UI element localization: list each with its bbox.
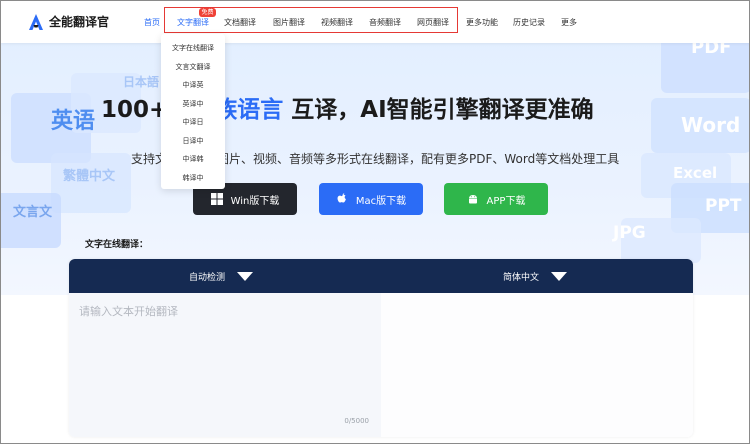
nav-more-features[interactable]: 更多功能	[466, 17, 498, 28]
deco-word-jpg: JPG	[613, 223, 646, 243]
top-navbar: 全能翻译官 首页 文字翻译 文档翻译 图片翻译 视频翻译 音频翻译 网页翻译 更…	[1, 1, 749, 43]
win-download-label: Win版下载	[230, 195, 280, 207]
source-language-label: 自动检测	[189, 273, 226, 283]
text-translate-dropdown: 文字在线翻译 文言文翻译 中译英 英译中 中译日 日译中 中译韩 韩译中	[161, 34, 225, 189]
dropdown-item-ja-zh[interactable]: 日译中	[161, 132, 225, 151]
source-text-input[interactable]: 请输入文本开始翻译 0/5000	[69, 293, 381, 437]
nav-highlight-box	[164, 7, 458, 33]
mac-download-button[interactable]: Mac版下载	[319, 183, 423, 215]
deco-word-japanese: 日本語	[123, 75, 160, 89]
windows-icon	[210, 193, 223, 205]
nav-more[interactable]: 更多	[561, 17, 577, 28]
dropdown-item-zh-ko[interactable]: 中译韩	[161, 150, 225, 169]
decorative-format-cards	[621, 43, 749, 263]
deco-word-word: Word	[681, 113, 741, 137]
translation-output	[381, 293, 693, 437]
dropdown-item-online-text[interactable]: 文字在线翻译	[161, 39, 225, 58]
char-counter: 0/5000	[344, 417, 369, 425]
chevron-down-icon	[551, 272, 568, 281]
deco-word-ppt: PPT	[705, 196, 742, 216]
hero-title-prefix: 100+	[101, 97, 169, 123]
translator-header: 自动检测 简体中文	[69, 259, 693, 293]
target-language-select[interactable]: 简体中文	[503, 270, 568, 283]
hero-subtitle-rest: 图片、视频、音频等多形式在线翻译，配有更多PDF、Word等文档处理工具	[217, 152, 620, 166]
input-placeholder: 请输入文本开始翻译	[79, 305, 178, 318]
deco-word-excel: Excel	[673, 164, 718, 182]
dropdown-item-en-zh[interactable]: 英译中	[161, 95, 225, 114]
deco-word-pdf: PDF	[691, 43, 732, 58]
nav-history[interactable]: 历史记录	[513, 17, 545, 28]
deco-word-classical: 文言文	[13, 205, 53, 220]
mac-download-label: Mac版下载	[355, 195, 407, 207]
app-download-button[interactable]: APP下载	[444, 183, 548, 215]
source-language-select[interactable]: 自动检测	[189, 270, 254, 283]
nav-home[interactable]: 首页	[144, 17, 160, 28]
dropdown-item-classical[interactable]: 文言文翻译	[161, 58, 225, 77]
page-frame: 英语 日本語 繁體中文 文言文 PDF Word Excel PPT JPG 1…	[0, 0, 750, 444]
hero-title-rest: 互译，AI智能引擎翻译更准确	[283, 97, 594, 123]
brand-name: 全能翻译官	[49, 15, 110, 29]
apple-icon	[337, 193, 346, 203]
chevron-down-icon	[237, 272, 254, 281]
dropdown-item-ko-zh[interactable]: 韩译中	[161, 169, 225, 188]
app-download-label: APP下载	[486, 195, 526, 207]
dropdown-item-zh-en[interactable]: 中译英	[161, 76, 225, 95]
brand-logo[interactable]: 全能翻译官	[29, 13, 109, 30]
logo-icon	[29, 13, 43, 30]
deco-word-traditional: 繁體中文	[63, 169, 116, 184]
section-label: 文字在线翻译：	[85, 240, 149, 250]
dropdown-item-zh-ja[interactable]: 中译日	[161, 113, 225, 132]
translator-panel: 自动检测 简体中文 请输入文本开始翻译 0/5000	[69, 259, 693, 437]
android-icon	[468, 195, 477, 204]
deco-word-english: 英语	[51, 109, 96, 134]
target-language-label: 简体中文	[503, 273, 540, 283]
hero-section: 英语 日本語 繁體中文 文言文 PDF Word Excel PPT JPG 1…	[1, 43, 749, 295]
